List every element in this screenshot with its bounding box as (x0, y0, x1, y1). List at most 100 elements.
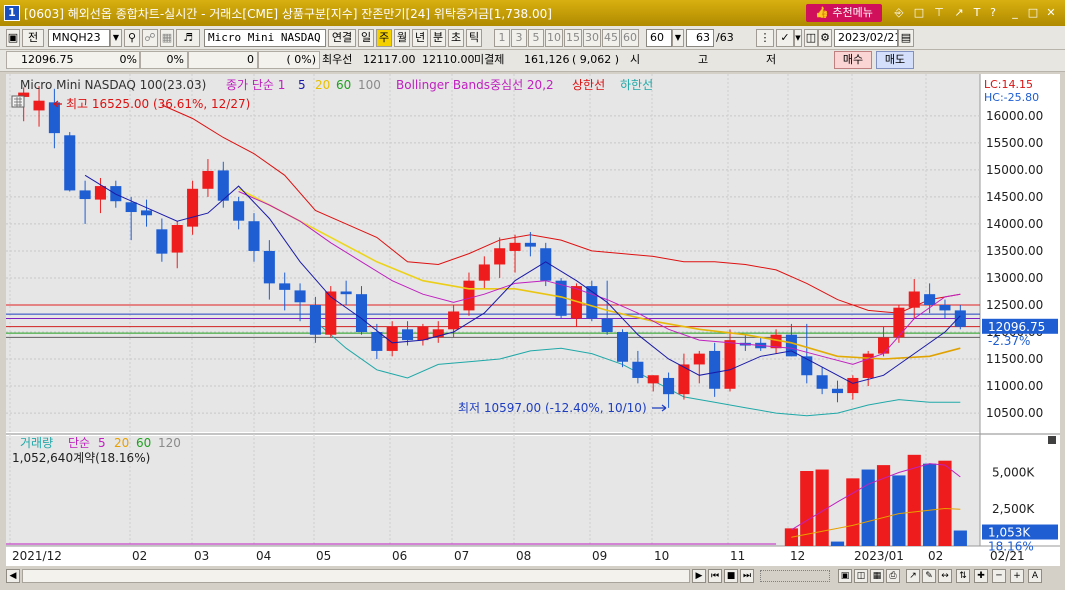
period-button-6[interactable]: 초 (448, 29, 464, 47)
candle-body[interactable] (939, 304, 951, 311)
period-button-4[interactable]: 년 (412, 29, 428, 47)
maximize-icon[interactable]: □ (1026, 6, 1040, 20)
candle-body[interactable] (187, 188, 199, 227)
calendar-icon[interactable]: ▤ (898, 29, 914, 47)
volume-bar[interactable] (861, 469, 875, 546)
export-icon[interactable]: ↗ (952, 6, 966, 20)
candle-body[interactable] (494, 248, 506, 265)
buy-button[interactable]: 매수 (834, 51, 872, 69)
print-icon[interactable]: ⎙ (886, 569, 900, 583)
candle-body[interactable] (816, 375, 828, 389)
candle-body[interactable] (478, 264, 490, 281)
scroll-right-icon[interactable]: ▶ (692, 569, 706, 583)
price-volume-chart[interactable]: 16000.00 15500.00 15000.00 14500.00 14000.00… (6, 74, 1060, 566)
volume-bar[interactable] (892, 475, 906, 546)
candle-body[interactable] (954, 310, 966, 327)
candle-body[interactable] (724, 340, 736, 389)
chart-area[interactable]: 16000.00 15500.00 15000.00 14500.00 14000.00… (6, 74, 1060, 566)
candle-body[interactable] (601, 318, 613, 333)
period-button-1[interactable]: 일 (358, 29, 374, 47)
candle-body[interactable] (94, 186, 106, 200)
close-icon[interactable]: ✕ (1044, 6, 1058, 20)
interval-button-15[interactable]: 15 (564, 29, 582, 47)
candle-body[interactable] (831, 388, 844, 394)
help-icon[interactable]: ? (986, 6, 1000, 20)
volume-bar[interactable] (953, 530, 967, 546)
candle-body[interactable] (524, 242, 536, 247)
candle-body[interactable] (386, 326, 398, 351)
interval-value-input[interactable]: 60 (646, 29, 672, 47)
interval-button-45[interactable]: 45 (602, 29, 620, 47)
candle-body[interactable] (509, 242, 521, 251)
period-button-7[interactable]: 틱 (466, 29, 482, 47)
volume-bar[interactable] (815, 469, 829, 546)
candle-body[interactable] (616, 332, 629, 362)
candle-body[interactable] (64, 135, 76, 191)
fast-forward-icon[interactable]: ⏭ (740, 569, 754, 583)
candle-body[interactable] (924, 294, 936, 305)
tool-ruler-icon[interactable]: ↔ (938, 569, 952, 583)
candle-body[interactable] (893, 307, 905, 338)
period-button-2[interactable]: 주 (376, 29, 392, 47)
candle-body[interactable] (263, 250, 275, 284)
candle-body[interactable] (847, 377, 859, 394)
lock-icon[interactable]: ▣ (6, 29, 20, 47)
sell-button[interactable]: 매도 (876, 51, 914, 69)
settings-gear-icon[interactable]: ⚙ (818, 29, 832, 47)
sound-icon[interactable]: ♬ (176, 29, 200, 47)
candle-body[interactable] (647, 375, 659, 384)
candle-body[interactable] (908, 291, 920, 308)
candle-body[interactable] (140, 210, 153, 216)
candle-body[interactable] (663, 377, 675, 395)
market-select-button[interactable]: 전 (22, 29, 44, 47)
draw-tool-icon[interactable]: ✓ (776, 29, 794, 47)
scroll-icon[interactable]: ⋮ (756, 29, 774, 47)
volume-bar[interactable] (938, 460, 952, 546)
period-button-0[interactable]: 연결 (328, 29, 356, 47)
candle-count-input[interactable]: 63 (686, 29, 714, 47)
capture-icon[interactable]: ▣ (838, 569, 852, 583)
period-button-5[interactable]: 분 (430, 29, 446, 47)
candle-body[interactable] (233, 201, 245, 221)
stop-icon[interactable]: ■ (724, 569, 738, 583)
candle-body[interactable] (371, 332, 383, 351)
candle-body[interactable] (448, 311, 460, 330)
zoom-slider[interactable] (760, 570, 830, 582)
candle-body[interactable] (309, 304, 321, 335)
candle-body[interactable] (355, 294, 368, 333)
candle-body[interactable] (33, 100, 45, 111)
candle-body[interactable] (632, 361, 644, 378)
candle-body[interactable] (171, 225, 183, 253)
tool-cross-icon[interactable]: ✚ (974, 569, 988, 583)
symbol-code-input[interactable]: MNQH23 (48, 29, 110, 47)
interval-dropdown-icon[interactable]: ▼ (672, 29, 684, 47)
period-button-3[interactable]: 월 (394, 29, 410, 47)
dock-icon[interactable]: □ (912, 6, 926, 20)
copy-icon[interactable]: ◫ (854, 569, 868, 583)
interval-button-5[interactable]: 5 (528, 29, 544, 47)
candle-body[interactable] (417, 326, 429, 341)
font-size-icon[interactable]: A (1028, 569, 1042, 583)
candle-body[interactable] (402, 329, 414, 341)
candle-body[interactable] (693, 353, 705, 365)
recommend-menu-button[interactable]: 👍 추천메뉴 (806, 4, 882, 22)
volume-bar[interactable] (846, 478, 860, 546)
interval-button-30[interactable]: 30 (583, 29, 601, 47)
candle-body[interactable] (202, 170, 214, 189)
text-icon[interactable]: T (970, 6, 984, 20)
calculator-icon[interactable]: ▦ (160, 29, 174, 47)
interval-button-60[interactable]: 60 (621, 29, 639, 47)
candle-body[interactable] (340, 291, 352, 295)
zoom-out-icon[interactable]: ─ (992, 569, 1006, 583)
candle-body[interactable] (79, 190, 91, 200)
candle-body[interactable] (709, 350, 721, 389)
candle-body[interactable] (156, 229, 168, 254)
pin-icon[interactable]: ⊤ (932, 6, 946, 20)
candle-body[interactable] (48, 102, 60, 134)
tool-pen-icon[interactable]: ✎ (922, 569, 936, 583)
layout-icon[interactable]: ▦ (870, 569, 884, 583)
tool-move-icon[interactable]: ⇅ (956, 569, 970, 583)
candle-body[interactable] (463, 280, 475, 311)
volume-bar[interactable] (876, 465, 891, 546)
zoom-in-icon[interactable]: + (1010, 569, 1024, 583)
